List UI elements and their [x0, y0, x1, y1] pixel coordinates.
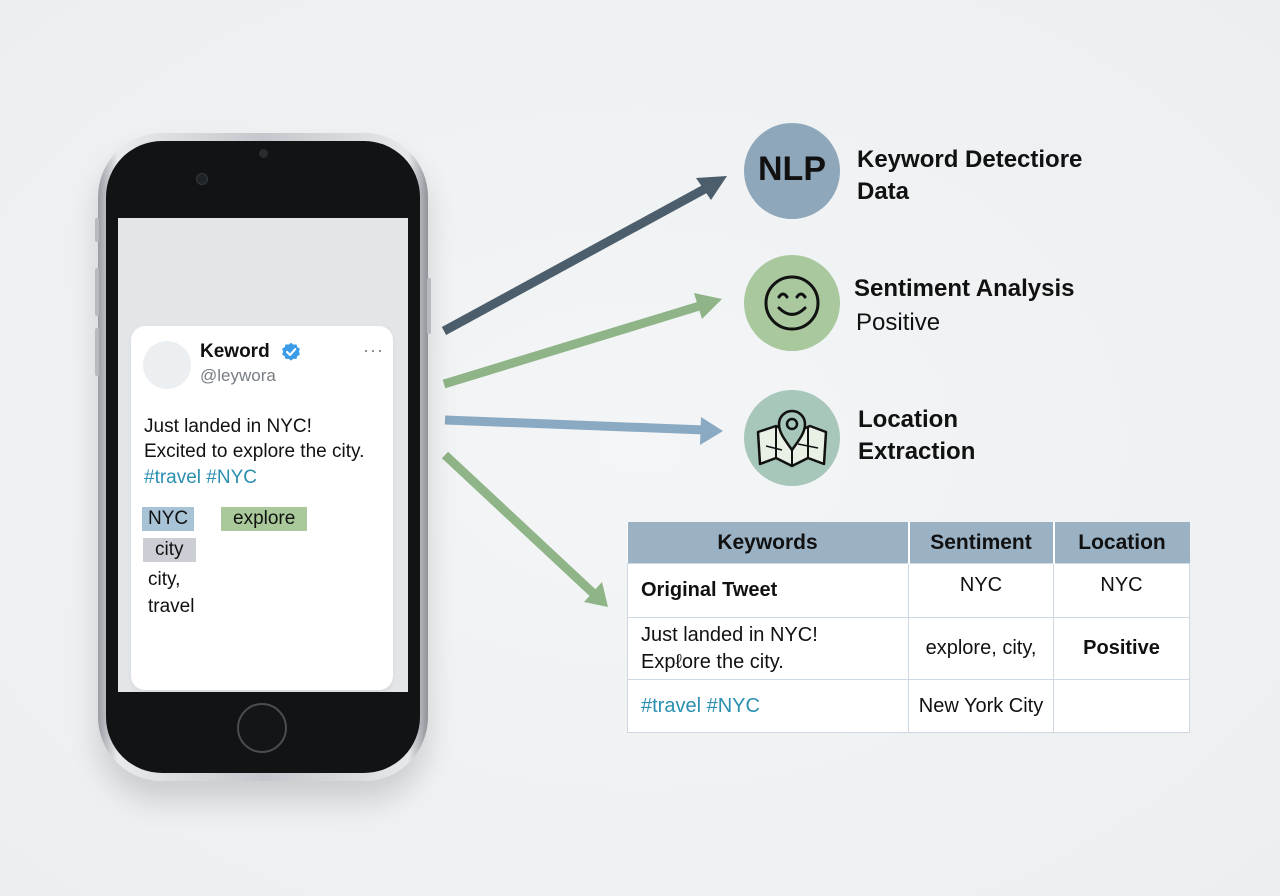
table-cell-multiline: Just landed in NYC! Expℓore the city. — [627, 617, 909, 680]
phone-side-button — [95, 268, 99, 316]
keyword-chip-explore: explore — [221, 507, 308, 531]
column-header-location: Location — [1053, 522, 1190, 564]
column-header-keywords: Keywords — [627, 522, 910, 564]
keyword-chip-city: city — [143, 538, 196, 562]
nlp-label-line1: Keyword Detectiore — [857, 146, 1083, 173]
table-cell: NYC — [908, 563, 1054, 618]
keyword-text-travel: travel — [148, 596, 195, 617]
phone-camera — [196, 173, 208, 185]
tweet-text-line1: Just landed in NYC! — [144, 416, 312, 437]
location-label-line1: Location — [858, 406, 958, 433]
table-cell-line: Just landed in NYC! — [641, 623, 818, 646]
nlp-label-line2: Data — [857, 178, 910, 205]
column-header-sentiment: Sentiment — [908, 522, 1055, 564]
nlp-icon: NLP — [758, 150, 826, 188]
phone-side-button — [95, 328, 99, 376]
tweet-text-line2: Excited to explore the city. — [144, 441, 365, 462]
sentiment-label-line2: Positive — [856, 309, 941, 336]
home-button[interactable] — [237, 703, 287, 753]
phone-speaker — [259, 149, 268, 158]
arrow-to-table — [441, 451, 608, 607]
table-cell: Original Tweet — [627, 563, 909, 618]
avatar[interactable] — [143, 341, 191, 389]
phone-side-button — [95, 218, 99, 242]
table-cell — [1053, 679, 1190, 733]
table-header-row: Keywords Sentiment Location — [627, 522, 1190, 564]
table-cell-line: Expℓore the city. — [641, 650, 784, 673]
table-row: #travel #NYC New York City — [627, 679, 1190, 733]
more-options-icon[interactable]: ··· — [363, 340, 384, 361]
table-cell: NYC — [1053, 563, 1190, 618]
arrow-to-location — [444, 415, 723, 445]
keyword-chip-nyc: NYC — [142, 507, 195, 531]
sentiment-label-line1: Sentiment Analysis — [854, 275, 1075, 302]
keyword-text-city: city, — [148, 569, 181, 590]
tweet-handle: @leywora — [200, 366, 276, 385]
smiley-icon — [764, 275, 820, 331]
tweet-hashtags[interactable]: #travel #NYC — [144, 467, 257, 489]
verified-badge-icon — [282, 342, 300, 361]
table-row: Original Tweet NYC NYC — [627, 563, 1190, 618]
table-row: Just landed in NYC! Expℓore the city. ex… — [627, 617, 1190, 680]
phone-side-button — [427, 278, 431, 334]
results-table: Keywords Sentiment Location Original Twe… — [627, 522, 1190, 733]
table-cell: explore, city, — [908, 617, 1054, 680]
tweet-author-name[interactable]: Keword — [200, 341, 270, 363]
location-label-line2: Extraction — [858, 438, 976, 465]
table-cell: Positive — [1053, 617, 1190, 680]
map-pin-icon — [756, 409, 828, 468]
table-cell: #travel #NYC — [627, 679, 909, 733]
table-cell: New York City — [908, 679, 1054, 733]
